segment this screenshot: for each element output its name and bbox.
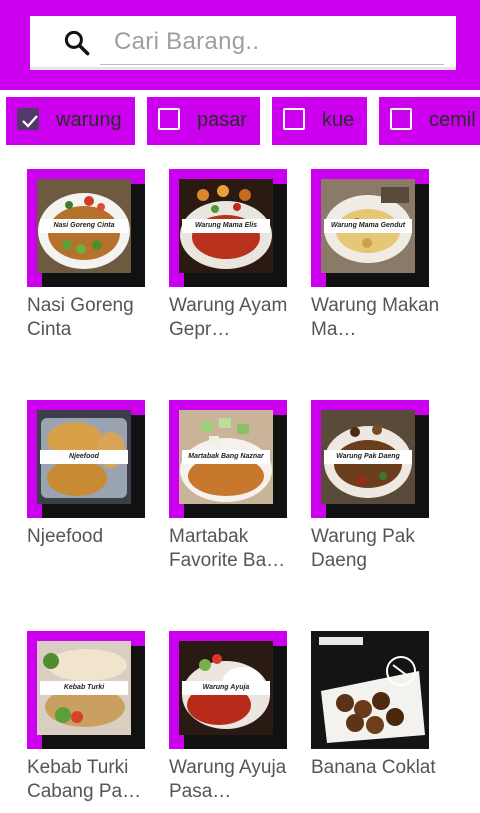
category-chip-pasar[interactable]: pasar: [147, 97, 260, 145]
photo-caption: Warung Pak Daeng: [324, 450, 412, 464]
category-label: pasar: [197, 109, 248, 131]
checkbox-checked-icon[interactable]: [17, 108, 39, 130]
photo-caption: Kebab Turki: [40, 681, 128, 695]
food-photo: Njeefood: [37, 410, 131, 504]
food-photo: Kebab Turki: [37, 641, 131, 735]
product-title: Warung Ayuja Pasa…: [169, 757, 287, 802]
product-title: Warung Makan Ma…: [311, 295, 440, 340]
category-label: warung: [56, 109, 122, 131]
photo-caption: Njeefood: [40, 450, 128, 464]
checkbox-icon[interactable]: [283, 108, 305, 130]
search-underline: [100, 64, 444, 65]
photo-caption: Martabak Bang Naznar: [182, 450, 270, 464]
food-photo: Warung Mama Gendut: [321, 179, 415, 273]
photo-caption: Warung Mama Elis: [182, 219, 270, 233]
product-thumbnail: Warung Mama Gendut: [311, 169, 429, 287]
photo-caption: Warung Ayuja: [182, 681, 270, 695]
search-input[interactable]: Cari Barang..: [114, 28, 259, 56]
product-thumbnail: Warung Pak Daeng: [311, 400, 429, 518]
search-bar[interactable]: Cari Barang..: [30, 16, 456, 70]
product-grid: Nasi Goreng Cinta Nasi Goreng Cinta Waru…: [0, 145, 480, 813]
checkbox-icon[interactable]: [390, 108, 412, 130]
category-chip-warung[interactable]: warung: [6, 97, 135, 145]
product-title: Warung Pak Daeng: [311, 526, 415, 571]
category-chip-kue[interactable]: kue: [272, 97, 367, 145]
food-photo: Warung Pak Daeng: [321, 410, 415, 504]
product-thumbnail: Martabak Bang Naznar: [169, 400, 287, 518]
food-photo: Martabak Bang Naznar: [179, 410, 273, 504]
category-label: cemil: [429, 109, 476, 131]
product-title: Njeefood: [27, 526, 104, 547]
product-thumbnail: Njeefood: [27, 400, 145, 518]
product-title: Martabak Favorite Ba…: [169, 526, 286, 571]
category-label: kue: [322, 109, 355, 131]
category-chip-cemil[interactable]: cemil: [379, 97, 480, 145]
product-title: Nasi Goreng Cinta: [27, 295, 134, 340]
checkbox-icon[interactable]: [158, 108, 180, 130]
category-filter: warung pasar kue cemil: [0, 97, 480, 145]
product-title: Banana Coklat: [311, 757, 436, 778]
product-thumbnail: [311, 631, 429, 749]
product-title: Warung Ayam Gepr…: [169, 295, 288, 340]
product-thumbnail: Kebab Turki: [27, 631, 145, 749]
food-photo: Warung Mama Elis: [179, 179, 273, 273]
header-bar: Cari Barang..: [0, 0, 480, 90]
photo-caption: Warung Mama Gendut: [324, 219, 412, 233]
product-thumbnail: Nasi Goreng Cinta: [27, 169, 145, 287]
photo-caption: Nasi Goreng Cinta: [40, 219, 128, 233]
product-title: Kebab Turki Cabang Pa…: [27, 757, 142, 802]
product-thumbnail: Warung Ayuja: [169, 631, 287, 749]
food-photo: Warung Ayuja: [179, 641, 273, 735]
food-photo: [311, 631, 429, 749]
product-thumbnail: Warung Mama Elis: [169, 169, 287, 287]
food-photo: Nasi Goreng Cinta: [37, 179, 131, 273]
search-icon: [64, 30, 90, 56]
